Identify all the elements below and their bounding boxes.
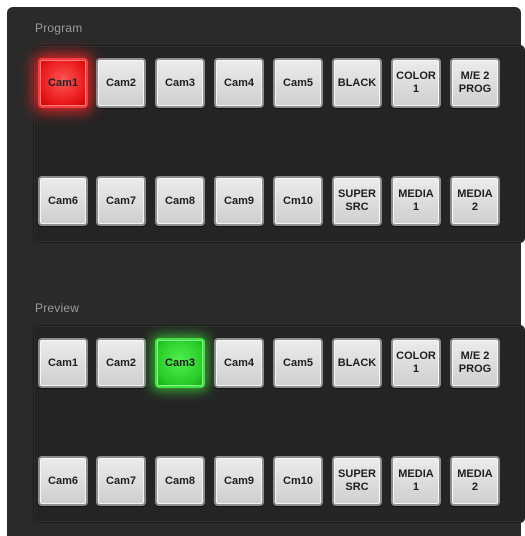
program-button-cam3[interactable]: Cam3 (155, 58, 205, 108)
preview-button-cam2[interactable]: Cam2 (96, 338, 146, 388)
program-button-media-2[interactable]: MEDIA 2 (450, 176, 500, 226)
switcher-panel: Program Cam1 Cam2 Cam3 Cam4 Cam5 BLACK COLOR 1… (7, 7, 525, 536)
program-button-cam7[interactable]: Cam7 (96, 176, 146, 226)
program-button-cam4[interactable]: Cam4 (214, 58, 264, 108)
program-button-cam1[interactable]: Cam1 (38, 58, 88, 108)
program-button-media-1[interactable]: MEDIA 1 (391, 176, 441, 226)
program-button-cam9[interactable]: Cam9 (214, 176, 264, 226)
preview-button-m-e-2-prog[interactable]: M/E 2 PROG (450, 338, 500, 388)
preview-button-cam8[interactable]: Cam8 (155, 456, 205, 506)
preview-bus: Cam1 Cam2 Cam3 Cam4 Cam5 BLACK COLOR 1 M/E 2 PR… (33, 325, 525, 523)
preview-button-color-1[interactable]: COLOR 1 (391, 338, 441, 388)
program-label: Program (35, 21, 83, 35)
program-bus: Cam1 Cam2 Cam3 Cam4 Cam5 BLACK COLOR 1 M/E 2 PR… (33, 45, 525, 243)
preview-label: Preview (35, 301, 80, 315)
preview-button-cam5[interactable]: Cam5 (273, 338, 323, 388)
preview-button-cam6[interactable]: Cam6 (38, 456, 88, 506)
preview-button-cm10[interactable]: Cm10 (273, 456, 323, 506)
program-button-cm10[interactable]: Cm10 (273, 176, 323, 226)
program-button-cam5[interactable]: Cam5 (273, 58, 323, 108)
program-button-cam2[interactable]: Cam2 (96, 58, 146, 108)
program-button-cam6[interactable]: Cam6 (38, 176, 88, 226)
program-button-cam8[interactable]: Cam8 (155, 176, 205, 226)
program-button-color-1[interactable]: COLOR 1 (391, 58, 441, 108)
preview-button-super-src[interactable]: SUPER SRC (332, 456, 382, 506)
program-button-m-e-2-prog[interactable]: M/E 2 PROG (450, 58, 500, 108)
preview-button-cam4[interactable]: Cam4 (214, 338, 264, 388)
preview-button-cam3[interactable]: Cam3 (155, 338, 205, 388)
program-button-super-src[interactable]: SUPER SRC (332, 176, 382, 226)
preview-button-cam7[interactable]: Cam7 (96, 456, 146, 506)
program-button-black[interactable]: BLACK (332, 58, 382, 108)
preview-button-black[interactable]: BLACK (332, 338, 382, 388)
preview-button-media-1[interactable]: MEDIA 1 (391, 456, 441, 506)
preview-button-cam9[interactable]: Cam9 (214, 456, 264, 506)
preview-button-cam1[interactable]: Cam1 (38, 338, 88, 388)
preview-button-media-2[interactable]: MEDIA 2 (450, 456, 500, 506)
